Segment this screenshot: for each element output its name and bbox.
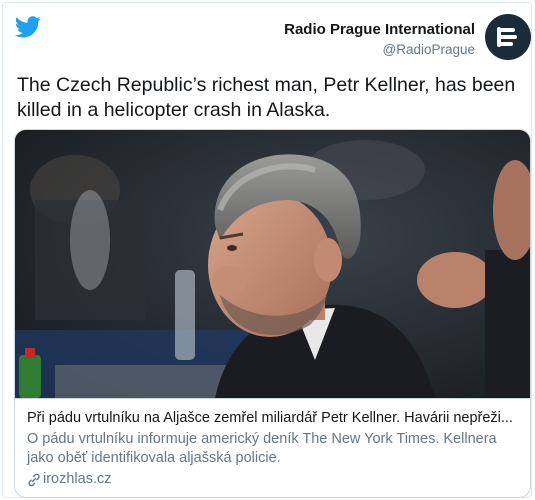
link-card-domain-text[interactable]: irozhlas.cz <box>43 470 112 489</box>
link-card-meta[interactable]: Při pádu vrtulníku na Aljašce zemřel mil… <box>15 398 530 497</box>
article-photo[interactable] <box>15 130 530 398</box>
tweet-text: The Czech Republic’s richest man, Petr K… <box>17 74 516 121</box>
twitter-bird-icon[interactable] <box>14 16 41 38</box>
author-handle[interactable]: @RadioPrague <box>284 41 475 58</box>
link-card-description: O pádu vrtulníku informuje americký dení… <box>27 431 497 466</box>
link-icon <box>27 473 41 487</box>
link-card-domain[interactable]: irozhlas.cz <box>27 470 518 489</box>
radio-prague-logo-icon[interactable] <box>485 14 531 60</box>
author-display-name[interactable]: Radio Prague International <box>284 21 475 39</box>
link-card-title[interactable]: Při pádu vrtulníku na Aljašce zemřel mil… <box>27 409 518 428</box>
tweet-card: Radio Prague International @RadioPrague … <box>2 2 532 498</box>
link-preview-card[interactable]: Při pádu vrtulníku na Aljašce zemřel mil… <box>14 129 531 498</box>
author-info[interactable]: Radio Prague International @RadioPrague <box>284 21 475 58</box>
